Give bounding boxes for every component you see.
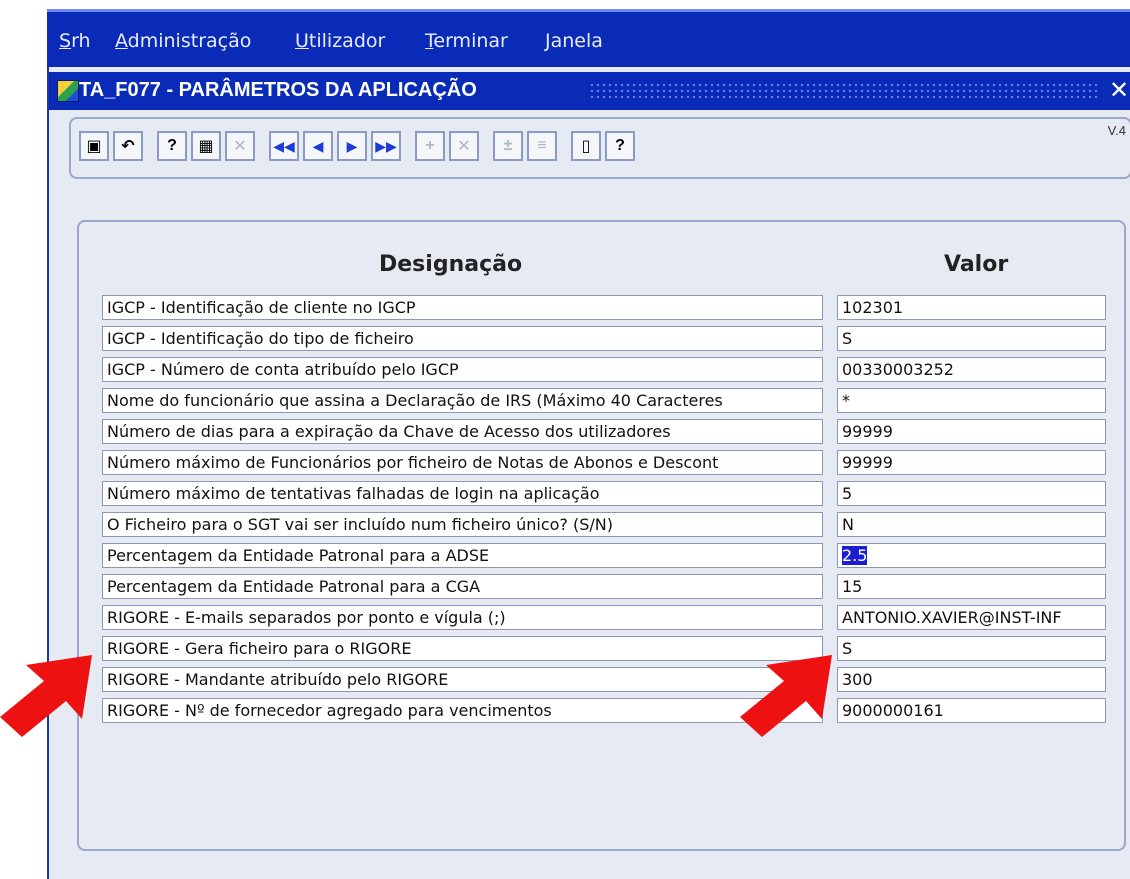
title-bar-pattern (589, 82, 1099, 100)
insert-record-icon[interactable]: + (415, 131, 445, 161)
version-label: V.4 (1107, 123, 1126, 138)
exit-icon[interactable]: ▯ (571, 131, 601, 161)
app-icon (57, 80, 79, 102)
title-bar: TA_F077 - PARÂMETROS DA APLICAÇÃO ✕ (49, 72, 1130, 110)
parameter-designation-field[interactable]: RIGORE - Nº de fornecedor agregado para … (102, 698, 823, 723)
right-arrow-annotation (740, 655, 832, 737)
parameter-value-field[interactable]: 2.5 (837, 543, 1106, 568)
menu-janela[interactable]: Janela (545, 30, 603, 52)
parameter-designation-field[interactable]: Número de dias para a expiração da Chave… (102, 419, 823, 444)
left-arrow-annotation (0, 655, 92, 737)
query-icon[interactable]: ? (157, 131, 187, 161)
parameter-value-field[interactable]: 99999 (837, 450, 1106, 475)
save-icon[interactable]: ▣ (79, 131, 109, 161)
parameter-value-field[interactable]: 99999 (837, 419, 1106, 444)
parameter-designation-field[interactable]: RIGORE - Gera ficheiro para o RIGORE (102, 636, 823, 661)
parameter-designation-field[interactable]: IGCP - Identificação do tipo de ficheiro (102, 326, 823, 351)
undo-icon[interactable]: ↶ (113, 131, 143, 161)
close-icon[interactable]: ✕ (1109, 76, 1129, 105)
delete-record-icon[interactable]: ✕ (449, 131, 479, 161)
parameters-panel: Designação Valor IGCP - Identificação de… (77, 220, 1126, 851)
parameter-designation-field[interactable]: RIGORE - E-mails separados por ponto e v… (102, 605, 823, 630)
menu-bar: Srh Administração Utilizador Terminar Ja… (47, 9, 1130, 67)
parameter-designation-field[interactable]: IGCP - Identificação de cliente no IGCP (102, 295, 823, 320)
parameter-value-field[interactable]: 102301 (837, 295, 1106, 320)
form-window: TA_F077 - PARÂMETROS DA APLICAÇÃO ✕ V.4 … (47, 67, 1130, 879)
help-icon[interactable]: ? (605, 131, 635, 161)
cancel-query-icon[interactable]: ✕ (225, 131, 255, 161)
parameter-value-field[interactable]: 5 (837, 481, 1106, 506)
toolbar: V.4 ▣ ↶? ▦ ✕ ◀◀ ◀ ▶ ▶▶ + ✕ ± ≡ ▯? (69, 117, 1130, 179)
print-icon[interactable]: ≡ (527, 131, 557, 161)
header-valor: Valor (944, 252, 1009, 277)
parameter-value-field[interactable]: 15 (837, 574, 1106, 599)
parameter-designation-field[interactable]: Nome do funcionário que assina a Declara… (102, 388, 823, 413)
header-designacao: Designação (379, 252, 523, 277)
parameter-value-field[interactable]: N (837, 512, 1106, 537)
menu-utilizador[interactable]: Utilizador (295, 30, 385, 52)
parameter-designation-field[interactable]: IGCP - Número de conta atribuído pelo IG… (102, 357, 823, 382)
last-record-icon[interactable]: ▶▶ (371, 131, 401, 161)
parameter-designation-field[interactable]: RIGORE - Mandante atribuído pelo RIGORE (102, 667, 823, 692)
parameter-value-field[interactable]: 300 (837, 667, 1106, 692)
parameter-value-field[interactable]: ANTONIO.XAVIER@INST-INF (837, 605, 1106, 630)
parameter-designation-field[interactable]: Percentagem da Entidade Patronal para a … (102, 574, 823, 599)
first-record-icon[interactable]: ◀◀ (269, 131, 299, 161)
menu-administracao[interactable]: Administração (115, 30, 251, 52)
menu-srh[interactable]: Srh (59, 30, 91, 52)
selected-value-text: 2.5 (842, 546, 868, 565)
parameter-designation-field[interactable]: O Ficheiro para o SGT vai ser incluído n… (102, 512, 823, 537)
execute-query-icon[interactable]: ▦ (191, 131, 221, 161)
duplicate-record-icon[interactable]: ± (493, 131, 523, 161)
previous-record-icon[interactable]: ◀ (303, 131, 333, 161)
parameter-designation-field[interactable]: Percentagem da Entidade Patronal para a … (102, 543, 823, 568)
parameter-designation-field[interactable]: Número máximo de tentativas falhadas de … (102, 481, 823, 506)
parameter-value-field[interactable]: 9000000161 (837, 698, 1106, 723)
window-title: TA_F077 - PARÂMETROS DA APLICAÇÃO (79, 79, 477, 101)
parameter-value-field[interactable]: 00330003252 (837, 357, 1106, 382)
menu-terminar[interactable]: Terminar (425, 30, 508, 52)
parameter-designation-field[interactable]: Número máximo de Funcionários por fichei… (102, 450, 823, 475)
next-record-icon[interactable]: ▶ (337, 131, 367, 161)
parameter-value-field[interactable]: S (837, 326, 1106, 351)
parameter-value-field[interactable]: * (837, 388, 1106, 413)
parameter-value-field[interactable]: S (837, 636, 1106, 661)
